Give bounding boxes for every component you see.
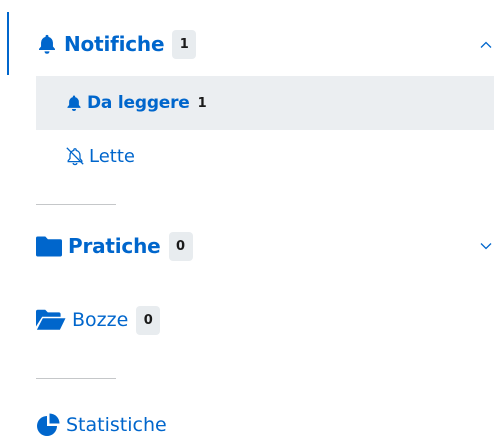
folder-open-icon: [36, 309, 66, 331]
nav-section-notifiche[interactable]: Notifiche 1: [36, 28, 197, 60]
nav-item-label: Statistiche: [66, 414, 167, 436]
nav-item-bozze[interactable]: Bozze 0: [36, 304, 161, 336]
divider: [36, 204, 116, 205]
bozze-count-badge: 0: [136, 305, 161, 335]
chevron-down-icon[interactable]: [479, 239, 493, 253]
nav-item-da-leggere[interactable]: Da leggere 1: [65, 88, 207, 118]
folder-icon: [36, 236, 62, 257]
chevron-up-icon[interactable]: [479, 38, 493, 52]
unread-count: 1: [197, 95, 207, 111]
nav-item-label: Da leggere: [87, 93, 190, 113]
bell-icon: [65, 94, 83, 112]
bell-icon: [36, 33, 58, 55]
pie-chart-icon: [36, 413, 62, 437]
bell-slash-icon: [64, 146, 86, 166]
nav-section-label: Notifiche: [64, 32, 165, 56]
nav-item-statistiche[interactable]: Statistiche: [36, 410, 167, 440]
notification-count-badge: 1: [172, 29, 197, 59]
nav-item-label: Lette: [89, 145, 135, 167]
divider: [36, 378, 116, 379]
nav-section-label: Pratiche: [68, 234, 161, 258]
active-indicator: [7, 12, 9, 75]
pratiche-count-badge: 0: [168, 231, 193, 261]
nav-item-label: Bozze: [72, 309, 129, 331]
nav-section-pratiche[interactable]: Pratiche 0: [36, 230, 193, 262]
nav-item-lette[interactable]: Lette: [64, 141, 135, 171]
